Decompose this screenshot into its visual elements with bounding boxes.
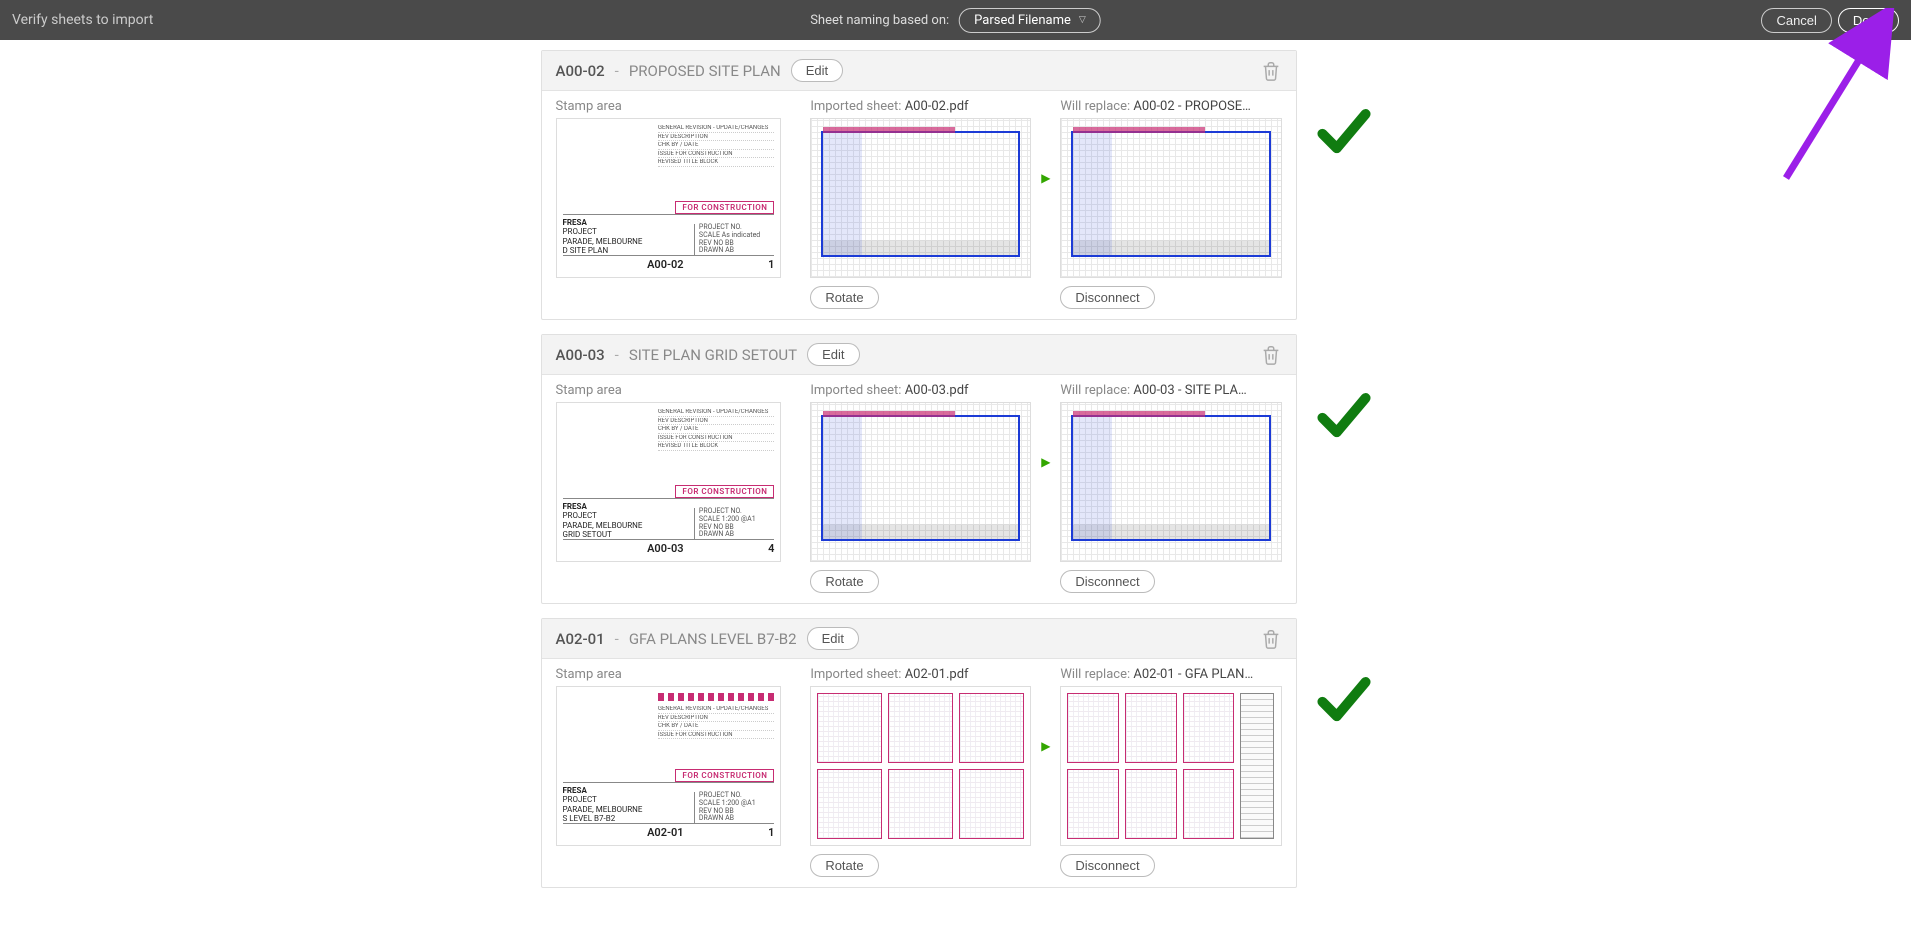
trash-icon[interactable] [1260,628,1282,650]
topbar-actions: Cancel Done [1761,8,1899,33]
sheet-card: A00-02 - PROPOSED SITE PLAN Edit Stamp a… [541,50,1297,320]
stamp-area-label: Stamp area [556,667,782,682]
disconnect-button[interactable]: Disconnect [1060,286,1154,309]
imported-thumbnail[interactable] [810,402,1031,562]
imported-filename: A00-03.pdf [905,383,969,398]
replace-thumbnail[interactable] [1060,402,1281,562]
done-button[interactable]: Done [1838,8,1899,33]
naming-value: Parsed Filename [974,13,1071,28]
sheet-number: A02-01 [556,630,605,648]
trash-icon[interactable] [1260,344,1282,366]
sheet-card: A02-01 - GFA PLANS LEVEL B7-B2 Edit Stam… [541,618,1297,888]
rotate-button[interactable]: Rotate [810,286,878,309]
card-header: A00-03 - SITE PLAN GRID SETOUT Edit [542,335,1296,375]
check-icon [1317,673,1371,727]
edit-button[interactable]: Edit [807,627,859,650]
imported-label: Imported sheet: A00-02.pdf [810,99,1031,114]
cancel-button[interactable]: Cancel [1761,8,1831,33]
replace-label: Will replace: A00-03 - SITE PLA… [1060,383,1281,398]
page-title: Verify sheets to import [12,12,153,28]
sheet-row: A02-01 - GFA PLANS LEVEL B7-B2 Edit Stam… [0,618,1911,888]
card-body: Stamp area GENERAL REVISION - UPDATE/CHA… [542,91,1296,319]
imported-filename: A00-02.pdf [905,99,969,114]
disconnect-button[interactable]: Disconnect [1060,570,1154,593]
disconnect-button[interactable]: Disconnect [1060,854,1154,877]
imported-label: Imported sheet: A02-01.pdf [810,667,1031,682]
rotate-button[interactable]: Rotate [810,570,878,593]
trash-icon[interactable] [1260,60,1282,82]
naming-select[interactable]: Parsed Filename ▽ [959,8,1101,33]
replace-sheet: A00-03 - SITE PLA… [1133,383,1246,398]
naming-group: Sheet naming based on: Parsed Filename ▽ [810,8,1101,33]
replace-label: Will replace: A00-02 - PROPOSE… [1060,99,1281,114]
sheet-number: A00-03 [556,346,605,364]
sheet-row: A00-02 - PROPOSED SITE PLAN Edit Stamp a… [0,50,1911,320]
sheet-title: PROPOSED SITE PLAN [629,62,781,80]
sheet-card: A00-03 - SITE PLAN GRID SETOUT Edit Stam… [541,334,1297,604]
imported-thumbnail[interactable] [810,686,1031,846]
sheet-title: GFA PLANS LEVEL B7-B2 [629,630,797,648]
replace-thumbnail[interactable] [1060,686,1281,846]
sheet-list: A00-02 - PROPOSED SITE PLAN Edit Stamp a… [0,40,1911,902]
replace-thumbnail[interactable] [1060,118,1281,278]
card-body: Stamp area GENERAL REVISION - UPDATE/CHA… [542,375,1296,603]
stamp-thumbnail[interactable]: GENERAL REVISION - UPDATE/CHANGESREV DES… [556,118,782,278]
card-header: A00-02 - PROPOSED SITE PLAN Edit [542,51,1296,91]
sheet-title: SITE PLAN GRID SETOUT [629,346,797,364]
imported-filename: A02-01.pdf [905,667,969,682]
imported-label: Imported sheet: A00-03.pdf [810,383,1031,398]
arrow-right-icon: ▶ [1041,455,1050,469]
edit-button[interactable]: Edit [791,59,843,82]
edit-button[interactable]: Edit [807,343,859,366]
sheet-number: A00-02 [556,62,605,80]
sheet-row: A00-03 - SITE PLAN GRID SETOUT Edit Stam… [0,334,1911,604]
imported-thumbnail[interactable] [810,118,1031,278]
stamp-thumbnail[interactable]: GENERAL REVISION - UPDATE/CHANGESREV DES… [556,686,782,846]
arrow-right-icon: ▶ [1041,739,1050,753]
replace-sheet: A02-01 - GFA PLAN… [1133,667,1253,682]
chevron-down-icon: ▽ [1079,15,1086,25]
check-icon [1317,389,1371,443]
check-icon [1317,105,1371,159]
card-body: Stamp area GENERAL REVISION - UPDATE/CHA… [542,659,1296,887]
replace-sheet: A00-02 - PROPOSE… [1133,99,1250,114]
card-header: A02-01 - GFA PLANS LEVEL B7-B2 Edit [542,619,1296,659]
topbar: Verify sheets to import Sheet naming bas… [0,0,1911,40]
stamp-area-label: Stamp area [556,99,782,114]
replace-label: Will replace: A02-01 - GFA PLAN… [1060,667,1281,682]
naming-label: Sheet naming based on: [810,13,949,28]
arrow-right-icon: ▶ [1041,171,1050,185]
stamp-area-label: Stamp area [556,383,782,398]
rotate-button[interactable]: Rotate [810,854,878,877]
stamp-thumbnail[interactable]: GENERAL REVISION - UPDATE/CHANGESREV DES… [556,402,782,562]
